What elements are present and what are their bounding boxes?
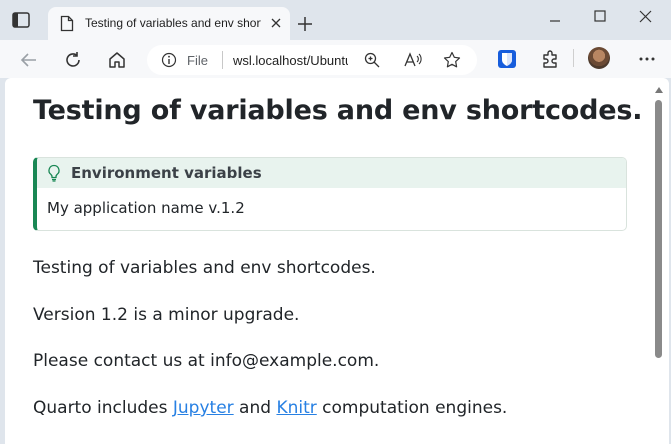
document-icon	[60, 15, 74, 32]
address-scheme-label: File	[187, 53, 208, 68]
engines-text-suffix: computation engines.	[316, 398, 508, 418]
knitr-link[interactable]: Knitr	[276, 398, 316, 418]
tab-title: Testing of variables and env shortcodes.	[85, 16, 261, 30]
callout-body: My application name v.1.2	[47, 199, 245, 217]
refresh-icon[interactable]	[63, 50, 83, 70]
address-url[interactable]: wsl.localhost/Ubuntu/home/user/project/i…	[233, 53, 348, 68]
scroll-up-arrow-icon[interactable]	[655, 86, 663, 94]
engines-text-mid: and	[233, 398, 277, 418]
browser-window: Testing of variables and env shortcodes.	[0, 0, 671, 444]
maximize-icon[interactable]	[594, 10, 606, 22]
callout-tip: Environment variables My application nam…	[33, 157, 627, 231]
tab-strip: Testing of variables and env shortcodes.	[0, 0, 671, 40]
engines-text-prefix: Quarto includes	[33, 398, 173, 418]
vertical-scrollbar[interactable]	[652, 82, 666, 444]
info-icon[interactable]	[161, 52, 177, 68]
scrollbar-thumb[interactable]	[655, 100, 662, 358]
page-title: Testing of variables and env shortcodes.	[33, 95, 643, 126]
window-close-icon[interactable]	[639, 10, 652, 23]
read-aloud-icon[interactable]	[403, 51, 423, 69]
page-content: Testing of variables and env shortcodes.…	[5, 78, 669, 444]
favorite-star-icon[interactable]	[443, 51, 461, 69]
callout-title: Environment variables	[71, 164, 262, 182]
bitwarden-shield-icon[interactable]	[497, 49, 517, 69]
paragraph-engines: Quarto includes Jupyter and Knitr comput…	[33, 398, 507, 418]
lightbulb-icon	[48, 164, 60, 182]
toolbar-divider	[573, 49, 574, 67]
paragraph-contact: Please contact us at info@example.com.	[33, 351, 380, 371]
profile-avatar[interactable]	[588, 47, 610, 69]
home-icon[interactable]	[107, 50, 127, 70]
minimize-icon[interactable]	[549, 15, 561, 27]
back-arrow-icon[interactable]	[19, 50, 39, 70]
address-divider	[222, 51, 223, 69]
callout-header: Environment variables	[37, 158, 626, 188]
address-bar[interactable]: File wsl.localhost/Ubuntu/home/user/proj…	[147, 45, 477, 75]
paragraph-intro: Testing of variables and env shortcodes.	[33, 258, 376, 278]
paragraph-version: Version 1.2 is a minor upgrade.	[33, 305, 300, 325]
sidebar-toggle-icon[interactable]	[12, 12, 30, 28]
zoom-icon[interactable]	[363, 51, 381, 69]
more-options-icon[interactable]	[637, 49, 657, 69]
browser-toolbar: File wsl.localhost/Ubuntu/home/user/proj…	[0, 40, 671, 78]
browser-tab-active[interactable]: Testing of variables and env shortcodes.	[48, 7, 290, 40]
extensions-icon[interactable]	[540, 49, 560, 69]
close-tab-icon[interactable]	[269, 16, 283, 30]
jupyter-link[interactable]: Jupyter	[173, 398, 234, 418]
new-tab-icon[interactable]	[297, 16, 313, 32]
